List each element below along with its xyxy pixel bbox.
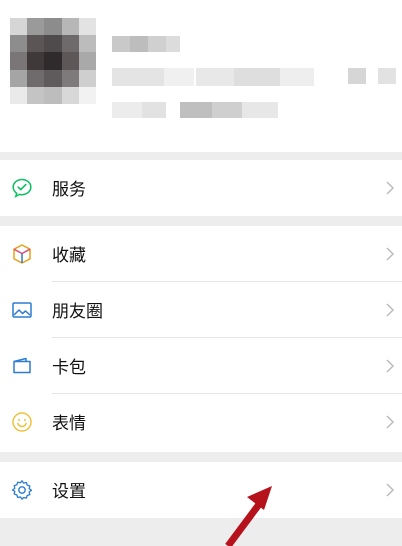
menu-item-label: 收藏 — [52, 246, 86, 266]
menu-item-moments[interactable]: 朋友圈 — [0, 282, 402, 338]
menu-item-stickers[interactable]: 表情 — [0, 394, 402, 450]
card-wallet-icon — [13, 357, 31, 374]
menu-item-card-wallet[interactable]: 卡包 — [0, 338, 402, 394]
menu-item-label: 朋友圈 — [52, 302, 103, 322]
menu-item-label: 卡包 — [52, 358, 86, 378]
menu-item-favorites[interactable]: 收藏 — [0, 226, 402, 282]
sticker-smile-icon — [12, 412, 32, 432]
profile-header[interactable] — [0, 0, 402, 152]
menu-item-label: 设置 — [52, 482, 86, 502]
chevron-right-icon — [386, 247, 394, 261]
service-check-icon — [12, 178, 32, 198]
menu-item-label: 表情 — [52, 414, 86, 434]
menu-item-label: 服务 — [52, 180, 86, 200]
menu-item-services[interactable]: 服务 — [0, 160, 402, 216]
avatar[interactable] — [10, 18, 96, 104]
menu-item-settings[interactable]: 设置 — [0, 462, 402, 518]
settings-gear-icon — [11, 480, 33, 500]
menu-group-settings: 设置 — [0, 462, 402, 518]
chevron-right-icon — [386, 181, 394, 195]
chevron-right-icon — [386, 415, 394, 429]
menu-group-services: 服务 — [0, 160, 402, 216]
chevron-right-icon — [386, 359, 394, 373]
chevron-right-icon — [386, 483, 394, 497]
moments-picture-icon — [12, 302, 32, 318]
favorites-cube-icon — [13, 244, 31, 264]
menu-group-main: 收藏 朋友圈 卡包 表情 — [0, 226, 402, 452]
chevron-right-icon — [386, 303, 394, 317]
